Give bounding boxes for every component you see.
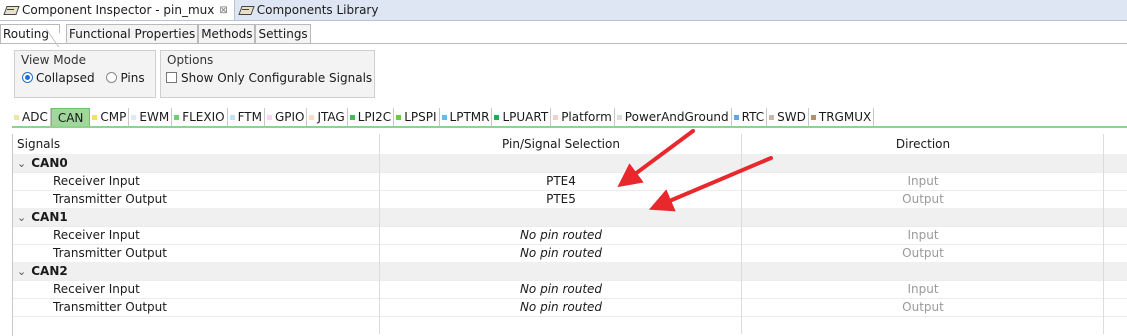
annotation-arrow-pte5 xyxy=(648,156,773,212)
annotation-arrow-pte4 xyxy=(617,129,695,188)
annotation-arrows xyxy=(617,129,773,212)
